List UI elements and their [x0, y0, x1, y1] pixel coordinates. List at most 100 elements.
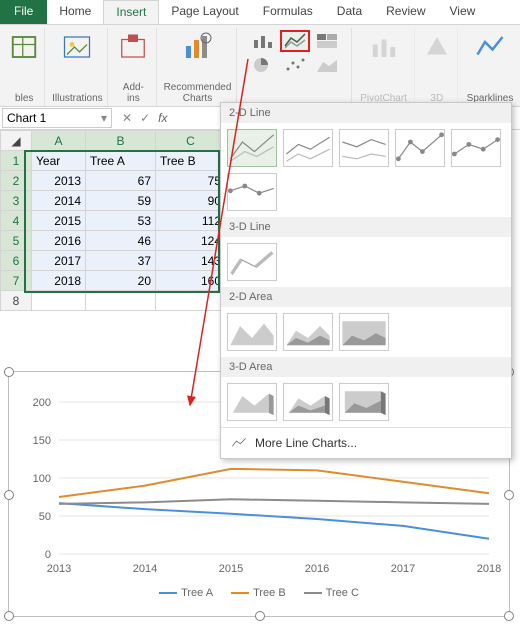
cell[interactable]: 59	[86, 191, 156, 211]
thumb-3d-area[interactable]	[227, 383, 277, 421]
more-line-charts[interactable]: More Line Charts...	[221, 427, 511, 458]
svg-text:50: 50	[39, 511, 51, 523]
thumb-line-markers[interactable]	[395, 129, 445, 167]
insert-column-chart-button[interactable]	[248, 30, 278, 52]
name-box-value: Chart 1	[7, 111, 46, 125]
cell[interactable]: Tree A	[86, 151, 156, 171]
cell[interactable]: 2018	[32, 271, 86, 291]
thumb-stacked-line-markers[interactable]	[451, 129, 501, 167]
cell[interactable]: 112	[156, 211, 226, 231]
legend-tree-c[interactable]: Tree C	[304, 587, 359, 599]
insert-pie-chart-button[interactable]	[248, 54, 278, 76]
group-addins: Add- ins	[110, 28, 157, 106]
group-tables: bles	[4, 28, 45, 106]
chevron-down-icon[interactable]: ▾	[101, 111, 107, 125]
tab-home[interactable]: Home	[47, 0, 103, 24]
select-all-corner[interactable]: ◢	[1, 131, 32, 151]
svg-text:150: 150	[33, 435, 51, 447]
row-header-6[interactable]: 6	[1, 251, 32, 271]
group-addins-label: Add- ins	[123, 82, 144, 104]
enter-icon[interactable]: ✓	[140, 111, 150, 125]
tables-icon[interactable]	[9, 30, 39, 64]
cell[interactable]: 2017	[32, 251, 86, 271]
insert-line-chart-button[interactable]	[280, 30, 310, 52]
thumb-line[interactable]	[227, 129, 277, 167]
group-tables-label: bles	[15, 93, 33, 104]
cell[interactable]: 2013	[32, 171, 86, 191]
cell[interactable]: Year	[32, 151, 86, 171]
thumb-3d-stacked-area[interactable]	[283, 383, 333, 421]
row-header-2[interactable]: 2	[1, 171, 32, 191]
illustrations-icon[interactable]	[62, 30, 92, 64]
tab-formulas[interactable]: Formulas	[251, 0, 325, 24]
recommended-charts-icon[interactable]	[182, 30, 212, 64]
cell[interactable]: 37	[86, 251, 156, 271]
cell[interactable]: 75	[156, 171, 226, 191]
thumb-3d-line[interactable]	[227, 243, 277, 281]
group-recommended-charts: Recommended Charts	[159, 28, 236, 106]
group-3d: 3D	[417, 28, 458, 106]
row-header-3[interactable]: 3	[1, 191, 32, 211]
fx-label: fx	[158, 111, 167, 125]
cell[interactable]: 67	[86, 171, 156, 191]
row-header-8[interactable]: 8	[1, 291, 32, 311]
row-header-1[interactable]: 1	[1, 151, 32, 171]
group-illustrations-label: Illustrations	[52, 93, 103, 104]
thumb-100-stacked-area[interactable]	[339, 313, 389, 351]
sparklines-icon[interactable]	[475, 30, 505, 64]
tab-data[interactable]: Data	[325, 0, 374, 24]
svg-text:2015: 2015	[219, 563, 243, 575]
cell[interactable]: 2016	[32, 231, 86, 251]
insert-scatter-chart-button[interactable]	[280, 54, 310, 76]
cell[interactable]: 160	[156, 271, 226, 291]
thumb-3d-100-stacked-area[interactable]	[339, 383, 389, 421]
gallery-section-3d-area: 3-D Area	[221, 357, 511, 377]
group-recommended-charts-label: Recommended Charts	[164, 82, 232, 104]
cell[interactable]: 90	[156, 191, 226, 211]
thumb-100-stacked-line-markers[interactable]	[227, 173, 277, 211]
thumb-area[interactable]	[227, 313, 277, 351]
svg-text:2013: 2013	[47, 563, 71, 575]
cancel-icon[interactable]: ✕	[122, 111, 132, 125]
col-header-c[interactable]: C	[156, 131, 226, 151]
col-header-a[interactable]: A	[32, 131, 86, 151]
insert-hierarchy-chart-button[interactable]	[312, 30, 342, 52]
row-header-5[interactable]: 5	[1, 231, 32, 251]
tab-insert[interactable]: Insert	[103, 0, 159, 24]
gallery-section-3d-line: 3-D Line	[221, 217, 511, 237]
group-illustrations: Illustrations	[47, 28, 108, 106]
cell[interactable]: 20	[86, 271, 156, 291]
col-header-b[interactable]: B	[86, 131, 156, 151]
cell[interactable]: 124	[156, 231, 226, 251]
addins-icon[interactable]	[118, 30, 148, 64]
thumb-100-stacked-line[interactable]	[339, 129, 389, 167]
cell[interactable]: Tree B	[156, 151, 226, 171]
name-box[interactable]: Chart 1 ▾	[2, 108, 112, 128]
row-header-7[interactable]: 7	[1, 271, 32, 291]
cell[interactable]: 2015	[32, 211, 86, 231]
svg-text:2014: 2014	[133, 563, 157, 575]
ribbon: bles Illustrations Add- ins Recommended …	[0, 25, 520, 107]
tab-view[interactable]: View	[438, 0, 488, 24]
tab-file[interactable]: File	[0, 0, 47, 24]
cell[interactable]: 46	[86, 231, 156, 251]
legend-tree-b[interactable]: Tree B	[231, 587, 286, 599]
thumb-stacked-area[interactable]	[283, 313, 333, 351]
svg-text:0: 0	[45, 549, 51, 561]
svg-text:2017: 2017	[391, 563, 415, 575]
tab-review[interactable]: Review	[374, 0, 437, 24]
insert-surface-chart-button[interactable]	[312, 54, 342, 76]
cell[interactable]: 53	[86, 211, 156, 231]
legend-tree-a[interactable]: Tree A	[159, 587, 213, 599]
cell[interactable]: 143	[156, 251, 226, 271]
line-chart-gallery: 2-D Line 3-D Line 2-D Area 3-D Area More…	[220, 102, 512, 459]
group-pivotchart: PivotChart	[354, 28, 415, 106]
group-sparklines: Sparklines	[460, 28, 520, 106]
thumb-stacked-line[interactable]	[283, 129, 333, 167]
tab-page-layout[interactable]: Page Layout	[159, 0, 250, 24]
pivotchart-icon	[369, 30, 399, 64]
chart-legend[interactable]: Tree A Tree B Tree C	[9, 585, 509, 603]
cell[interactable]: 2014	[32, 191, 86, 211]
row-header-4[interactable]: 4	[1, 211, 32, 231]
ribbon-tabs: File Home Insert Page Layout Formulas Da…	[0, 0, 520, 25]
